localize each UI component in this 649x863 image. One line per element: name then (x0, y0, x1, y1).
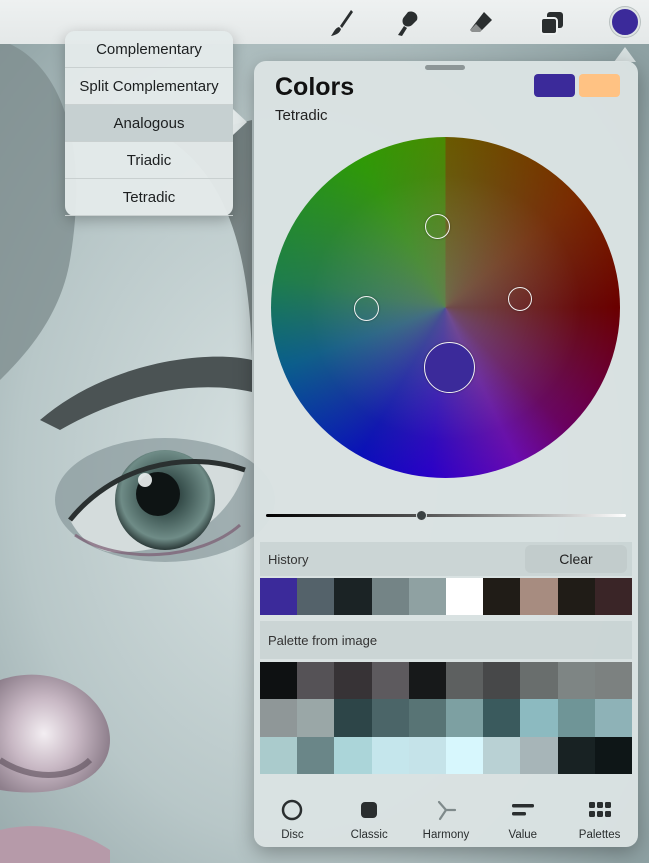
color-mode-tabbar: Disc Classic Harmony Value Palettes (254, 791, 638, 847)
harmony-color-disc[interactable] (271, 137, 620, 478)
history-swatch[interactable] (371, 578, 409, 615)
palette-swatch[interactable] (297, 699, 335, 737)
palettes-icon (587, 797, 613, 823)
harmony-handle-primary[interactable] (424, 342, 475, 393)
palette-swatch[interactable] (557, 662, 595, 700)
harmony-handle-teal[interactable] (354, 296, 379, 321)
harmony-icon (433, 797, 459, 823)
panel-grabber[interactable] (425, 65, 465, 70)
tab-value-label: Value (508, 829, 538, 841)
palette-swatch[interactable] (446, 736, 484, 774)
palette-swatch[interactable] (594, 699, 632, 737)
brightness-knob[interactable] (415, 510, 427, 521)
brightness-track (266, 514, 626, 517)
brush-icon (331, 10, 353, 36)
palette-swatch[interactable] (334, 662, 372, 700)
harmony-mode-label[interactable]: Tetradic (275, 107, 328, 124)
palette-header: Palette from image (260, 621, 632, 659)
palette-swatch[interactable] (483, 662, 521, 700)
harmony-option-split-complementary[interactable]: Split Complementary (65, 68, 233, 105)
harmony-option-tetradic[interactable]: Tetradic (65, 179, 233, 216)
harmony-mode-menu: Complementary Split Complementary Analog… (65, 31, 247, 216)
primary-color-swatch[interactable] (534, 74, 575, 97)
palette-swatch[interactable] (520, 662, 558, 700)
palette-swatch[interactable] (557, 736, 595, 774)
palette-swatch[interactable] (446, 699, 484, 737)
history-label: History (268, 552, 309, 567)
colors-panel: Colors Tetradic History Clear Palette fr… (254, 61, 638, 847)
tab-value[interactable]: Value (485, 791, 561, 847)
history-swatch[interactable] (483, 578, 521, 615)
palette-swatch[interactable] (260, 736, 298, 774)
harmony-option-analogous[interactable]: Analogous (65, 105, 233, 142)
brush-tool[interactable] (325, 6, 359, 40)
palette-swatch[interactable] (297, 662, 335, 700)
secondary-color-swatch[interactable] (579, 74, 620, 97)
history-swatch[interactable] (520, 578, 558, 615)
current-color-button[interactable] (610, 7, 640, 37)
panel-title: Colors (275, 73, 355, 101)
harmony-handle-green[interactable] (425, 214, 450, 239)
palette-swatch[interactable] (557, 699, 595, 737)
history-swatch[interactable] (446, 578, 484, 615)
harmony-option-complementary[interactable]: Complementary (65, 31, 233, 68)
palette-label: Palette from image (268, 633, 378, 648)
tab-palettes[interactable]: Palettes (562, 791, 638, 847)
palette-swatch[interactable] (334, 736, 372, 774)
disc-icon (279, 797, 305, 823)
value-icon (510, 797, 536, 823)
palette-swatch[interactable] (483, 699, 521, 737)
harmony-option-triadic[interactable]: Triadic (65, 142, 233, 179)
history-swatch[interactable] (594, 578, 632, 615)
brightness-slider[interactable] (266, 510, 626, 522)
layers-icon (540, 12, 563, 35)
palette-swatches (260, 662, 632, 774)
history-swatch[interactable] (557, 578, 595, 615)
history-swatches (260, 578, 632, 615)
tab-harmony-label: Harmony (422, 829, 470, 841)
palette-swatch[interactable] (594, 662, 632, 700)
history-swatch[interactable] (260, 578, 298, 615)
palette-swatch[interactable] (408, 662, 446, 700)
harmony-handle-red[interactable] (508, 287, 532, 311)
palette-swatch[interactable] (594, 736, 632, 774)
history-swatch[interactable] (408, 578, 446, 615)
tab-classic[interactable]: Classic (331, 791, 407, 847)
palette-swatch[interactable] (520, 736, 558, 774)
eraser-icon (470, 12, 492, 32)
palette-swatch[interactable] (408, 736, 446, 774)
palette-swatch[interactable] (371, 736, 409, 774)
palette-swatch[interactable] (446, 662, 484, 700)
tab-palettes-label: Palettes (578, 829, 621, 841)
clear-history-button[interactable]: Clear (525, 545, 627, 573)
palette-swatch[interactable] (483, 736, 521, 774)
tab-disc-label: Disc (281, 829, 304, 841)
tab-disc[interactable]: Disc (254, 791, 330, 847)
palette-swatch[interactable] (408, 699, 446, 737)
smudge-tool[interactable] (391, 6, 425, 40)
palette-swatch[interactable] (297, 736, 335, 774)
palette-swatch[interactable] (260, 699, 298, 737)
smudge-icon (398, 11, 418, 36)
history-header: History Clear (260, 542, 632, 576)
tab-classic-label: Classic (350, 829, 388, 841)
eraser-tool[interactable] (464, 6, 498, 40)
classic-icon (356, 797, 382, 823)
tab-harmony[interactable]: Harmony (408, 791, 484, 847)
palette-swatch[interactable] (260, 662, 298, 700)
palette-swatch[interactable] (334, 699, 372, 737)
layers-tool[interactable] (535, 6, 569, 40)
history-swatch[interactable] (334, 578, 372, 615)
palette-swatch[interactable] (371, 662, 409, 700)
panel-pointer (614, 47, 636, 62)
palette-swatch[interactable] (520, 699, 558, 737)
palette-swatch[interactable] (371, 699, 409, 737)
disc-saturation-overlay (271, 137, 620, 478)
menu-pointer (233, 109, 247, 135)
history-swatch[interactable] (297, 578, 335, 615)
